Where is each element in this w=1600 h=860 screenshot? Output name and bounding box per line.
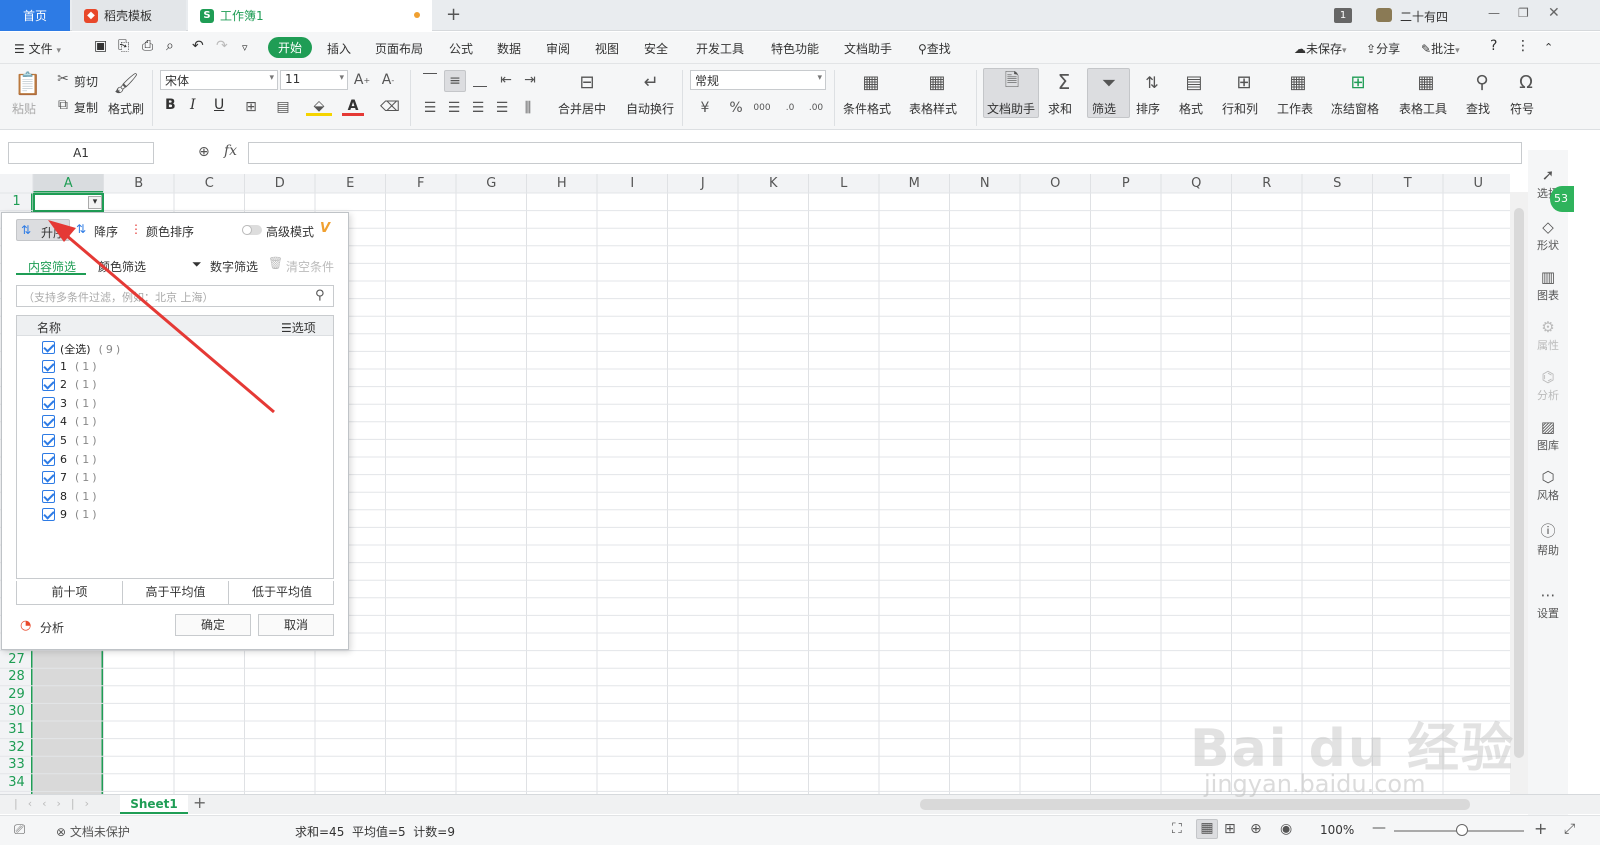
arrow-shaft bbox=[59, 228, 275, 414]
watermark-url: jingyan.baidu.com bbox=[1204, 770, 1426, 798]
